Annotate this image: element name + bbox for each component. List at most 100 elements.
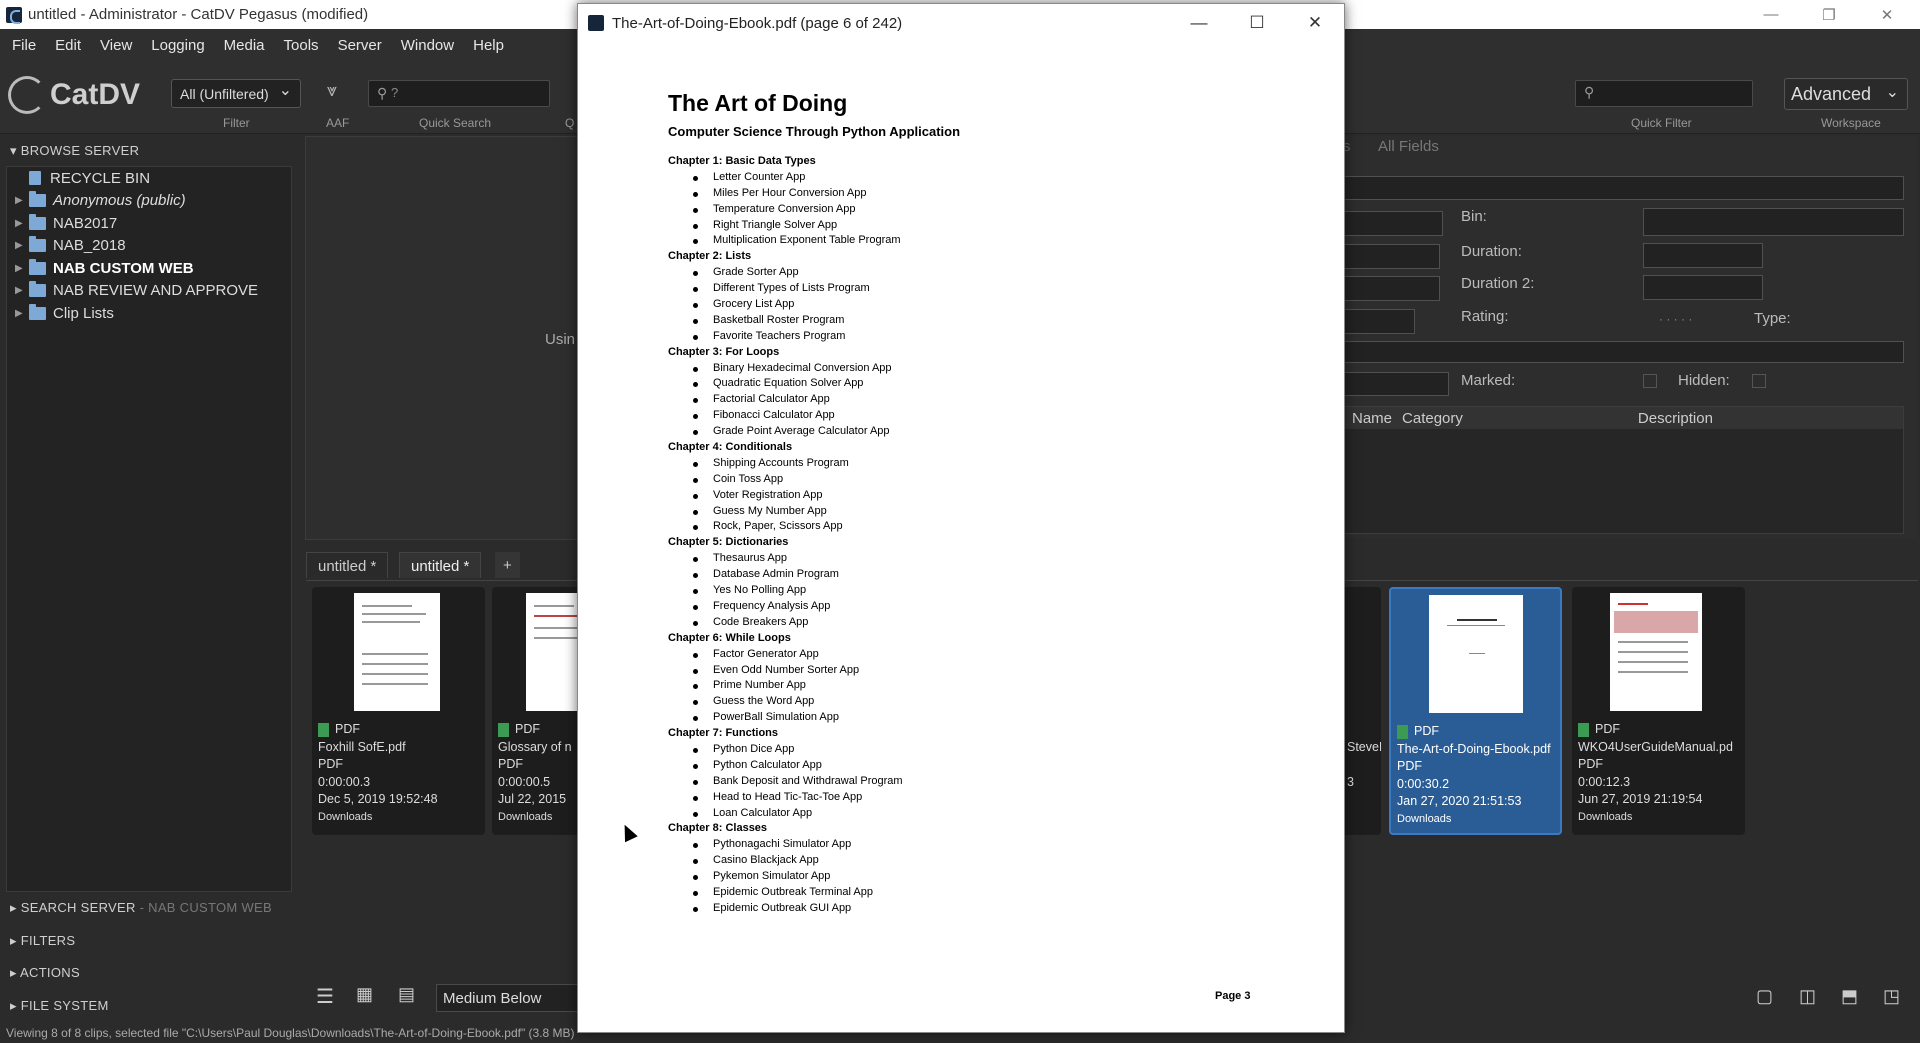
chapter-heading: Chapter 8: Classes	[668, 822, 768, 835]
menu-logging[interactable]: Logging	[151, 37, 204, 54]
restore-icon[interactable]: ❐	[1800, 0, 1858, 29]
chapter-item: Casino Blackjack App	[668, 853, 1228, 869]
chapter-item: Guess My Number App	[668, 504, 1228, 520]
expand-arrow-icon[interactable]: ▶	[15, 263, 29, 274]
tree-item-nab2017[interactable]: ▶ NAB2017	[7, 212, 291, 235]
duration2-field[interactable]	[1643, 275, 1763, 300]
folder-icon	[29, 191, 46, 208]
clip-card[interactable]: PDF Foxhill SofE.pdf PDF 0:00:00.3 Dec 5…	[312, 587, 485, 835]
menu-server[interactable]: Server	[338, 37, 382, 54]
recycle-bin-icon	[29, 171, 41, 186]
pdf-file-icon	[498, 722, 509, 737]
q-label: Q	[565, 116, 575, 130]
expand-arrow-icon[interactable]: ▶	[15, 195, 29, 206]
chapter-item: Prime Number App	[668, 678, 1228, 694]
close-icon[interactable]: ✕	[1286, 4, 1344, 42]
chapter-item: Basketball Roster Program	[668, 313, 1228, 329]
quick-search-input[interactable]: ⚲ ?	[368, 80, 550, 107]
menu-help[interactable]: Help	[473, 37, 504, 54]
file-system-header[interactable]: ▸ FILE SYSTEM	[10, 998, 109, 1014]
field-4[interactable]	[1343, 309, 1415, 334]
expand-arrow-icon[interactable]: ▶	[15, 218, 29, 229]
page-subheading: Computer Science Through Python Applicat…	[668, 124, 961, 139]
field-5[interactable]	[1343, 341, 1904, 363]
tab-untitled-2[interactable]: untitled *	[399, 552, 482, 578]
marked-checkbox[interactable]	[1643, 374, 1657, 388]
folder-icon	[29, 236, 46, 253]
aaf-icon[interactable]: ⩔	[327, 80, 337, 101]
grid-view-icon[interactable]: ▦	[356, 984, 373, 1005]
col-name[interactable]: Name	[1352, 410, 1392, 427]
menu-media[interactable]: Media	[224, 37, 265, 54]
chapter-item: Guess the Word App	[668, 694, 1228, 710]
duration-field[interactable]	[1643, 243, 1763, 268]
col-category[interactable]: Category	[1402, 410, 1463, 427]
maximize-icon[interactable]: ☐	[1228, 4, 1286, 42]
chapter-item: Factor Generator App	[668, 647, 1228, 663]
chapter-item: Right Triangle Solver App	[668, 218, 1228, 234]
chapter-item: Letter Counter App	[668, 170, 1228, 186]
clip-card[interactable]: SteveF 3	[1341, 587, 1381, 835]
filter-dropdown[interactable]: All (Unfiltered)	[171, 79, 301, 108]
close-icon[interactable]: ✕	[1858, 0, 1916, 29]
rating-stars[interactable]: · · · · ·	[1659, 312, 1692, 326]
expand-arrow-icon[interactable]: ▶	[15, 308, 29, 319]
clip-thumbnail	[354, 593, 440, 711]
browse-server-header[interactable]: ▾ BROWSE SERVER	[10, 143, 139, 159]
name-field[interactable]	[1343, 176, 1904, 200]
clip-lists-icon	[29, 303, 46, 320]
filters-header[interactable]: ▸ FILTERS	[10, 933, 75, 949]
catdv-logo-icon	[8, 76, 46, 114]
tree-item-recycle-bin[interactable]: RECYCLE BIN	[7, 167, 291, 190]
tree-item-nab-custom-web[interactable]: ▶ NAB CUSTOM WEB	[7, 257, 291, 280]
add-tab-button[interactable]: +	[495, 552, 520, 578]
expand-arrow-icon[interactable]: ▶	[15, 285, 29, 296]
actions-header[interactable]: ▸ ACTIONS	[10, 965, 80, 981]
search-server-header[interactable]: ▸ SEARCH SERVER - NAB CUSTOM WEB	[10, 900, 272, 916]
chapter-item: Pythonagachi Simulator App	[668, 837, 1228, 853]
search-icon: ⚲	[377, 85, 388, 101]
minimize-icon[interactable]: —	[1742, 0, 1800, 29]
menu-edit[interactable]: Edit	[55, 37, 81, 54]
clip-card-selected[interactable]: PDF The-Art-of-Doing-Ebook.pdf PDF 0:00:…	[1389, 587, 1562, 835]
col-description[interactable]: Description	[1638, 410, 1713, 427]
list-view-icon[interactable]: ☰	[316, 984, 334, 1009]
page-heading: The Art of Doing	[668, 90, 848, 116]
catdv-app-icon	[6, 6, 22, 24]
chapter-item: Thesaurus App	[668, 551, 1228, 567]
tree-item-anonymous[interactable]: ▶ Anonymous (public)	[7, 190, 291, 213]
layout-2-icon[interactable]: ◫	[1799, 986, 1816, 1007]
menu-file[interactable]: File	[12, 37, 36, 54]
minimize-icon[interactable]: —	[1170, 4, 1228, 42]
field-3[interactable]	[1343, 276, 1440, 301]
tree-item-nab-review[interactable]: ▶ NAB REVIEW AND APPROVE	[7, 280, 291, 303]
field-2[interactable]	[1343, 244, 1440, 269]
menu-window[interactable]: Window	[401, 37, 454, 54]
tree-item-clip-lists[interactable]: ▶ Clip Lists	[7, 302, 291, 325]
bin-dropdown[interactable]	[1643, 208, 1904, 236]
quick-filter-input[interactable]: ⚲	[1575, 80, 1753, 107]
menu-view[interactable]: View	[100, 37, 132, 54]
layout-4-icon[interactable]: ◳	[1883, 986, 1900, 1007]
tab-untitled-1[interactable]: untitled *	[306, 552, 389, 578]
clip-thumbnail	[1610, 593, 1702, 711]
chapter-heading: Chapter 6: While Loops	[668, 631, 791, 644]
field-dropdown-1[interactable]	[1343, 211, 1443, 236]
clip-card[interactable]: PDF WKO4UserGuideManual.pd PDF 0:00:12.3…	[1572, 587, 1745, 835]
layout-1-icon[interactable]: ▢	[1756, 986, 1773, 1007]
tree-item-nab2018[interactable]: ▶ NAB_2018	[7, 235, 291, 258]
tab-all-fields[interactable]: All Fields	[1378, 138, 1439, 155]
clip-name: Foxhill SofE.pdf	[318, 739, 406, 754]
workspace-dropdown[interactable]: Advanced ⌄	[1784, 78, 1908, 110]
markers-table-header: Name Category Description	[1344, 407, 1903, 429]
strip-view-icon[interactable]: ▤	[398, 984, 415, 1005]
layout-3-icon[interactable]: ⬒	[1841, 986, 1858, 1007]
view-mode-dropdown[interactable]: Medium Below	[436, 984, 586, 1012]
folder-icon	[29, 213, 46, 230]
hidden-checkbox[interactable]	[1752, 374, 1766, 388]
field-6[interactable]	[1343, 372, 1449, 396]
chapter-item: Python Dice App	[668, 742, 1228, 758]
menu-tools[interactable]: Tools	[284, 37, 319, 54]
chapter-item: Quadratic Equation Solver App	[668, 376, 1228, 392]
expand-arrow-icon[interactable]: ▶	[15, 240, 29, 251]
